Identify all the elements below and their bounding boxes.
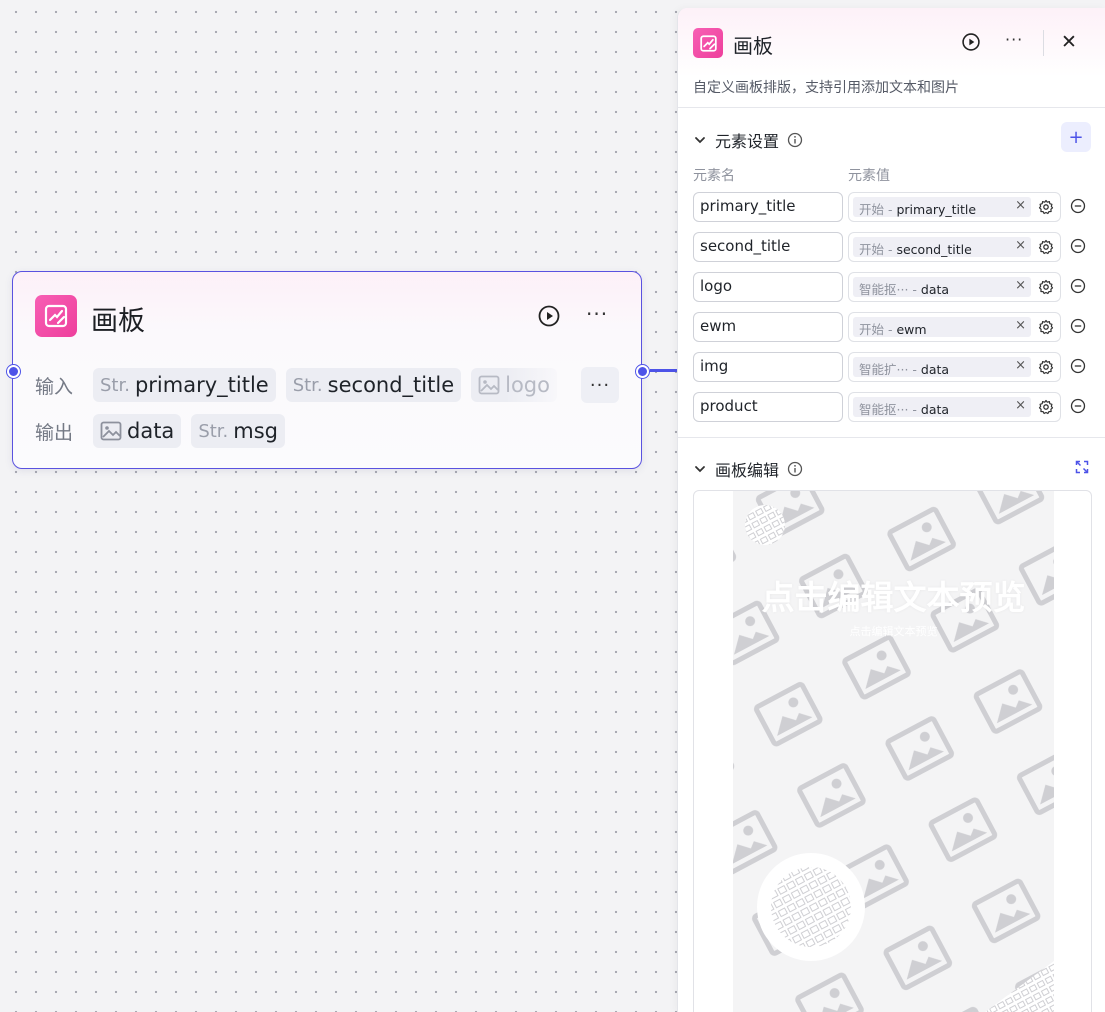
remove-row-icon[interactable]: [1070, 398, 1086, 414]
element-name-input[interactable]: primary_title: [693, 192, 843, 222]
element-name-input[interactable]: product: [693, 392, 843, 422]
elements-section-header[interactable]: 元素设置: [693, 128, 803, 152]
poster-preview[interactable]: 点击编辑文本预览 点击编辑文本预览: [733, 491, 1054, 1012]
info-icon[interactable]: [787, 461, 803, 477]
element-value-selector[interactable]: 智能抠··· - data ×: [848, 272, 1061, 302]
editor-section-header[interactable]: 画板编辑: [693, 457, 803, 481]
poster-circle-image[interactable]: [757, 853, 865, 961]
input-label: 输入: [35, 375, 74, 398]
gear-icon[interactable]: [1038, 199, 1054, 215]
gear-icon[interactable]: [1038, 279, 1054, 295]
image-placeholder-pattern: [771, 867, 851, 947]
image-icon: [478, 375, 500, 395]
element-name-input[interactable]: logo: [693, 272, 843, 302]
info-icon[interactable]: [787, 132, 803, 148]
panel-title: 画板: [733, 34, 773, 58]
remove-reference-icon[interactable]: ×: [1015, 318, 1026, 333]
remove-reference-icon[interactable]: ×: [1015, 238, 1026, 253]
node-output-row: 输出 data Str. msg: [35, 414, 285, 448]
element-value-selector[interactable]: 开始 - second_title ×: [848, 232, 1061, 262]
element-name-input[interactable]: second_title: [693, 232, 843, 262]
remove-row-icon[interactable]: [1070, 318, 1086, 334]
node-input-handle[interactable]: [7, 365, 20, 378]
value-reference-chip: 开始 - ewm ×: [853, 317, 1031, 337]
input-tag-logo: logo: [471, 368, 557, 402]
editor-section-title: 画板编辑: [715, 461, 780, 480]
remove-reference-icon[interactable]: ×: [1015, 198, 1026, 213]
connection-edge: [650, 369, 678, 372]
column-header-name: 元素名: [693, 168, 735, 184]
canvas-editor[interactable]: 点击编辑文本预览 点击编辑文本预览: [693, 490, 1092, 1012]
remove-reference-icon[interactable]: ×: [1015, 278, 1026, 293]
elements-section-title: 元素设置: [715, 132, 780, 151]
expand-icon[interactable]: [1075, 460, 1089, 474]
poster-primary-title[interactable]: 点击编辑文本预览: [733, 571, 1054, 619]
chevron-down-icon[interactable]: [693, 133, 707, 147]
poster-second-title[interactable]: 点击编辑文本预览: [733, 623, 1054, 639]
node-config-panel: 画板 ··· ✕ 自定义画板排版，支持引用添加文本和图片 元素设置 + 元素名 …: [677, 8, 1105, 1012]
node-title: 画板: [91, 306, 145, 337]
run-icon[interactable]: [961, 32, 981, 52]
canvas-node[interactable]: 画板 ··· 输入 Str. primary_title Str. second_t…: [12, 271, 642, 469]
element-name-input[interactable]: ewm: [693, 312, 843, 342]
chevron-down-icon[interactable]: [693, 462, 707, 476]
panel-more-button[interactable]: ···: [1005, 30, 1023, 49]
remove-row-icon[interactable]: [1070, 198, 1086, 214]
gear-icon[interactable]: [1038, 319, 1054, 335]
input-tag-primary-title: Str. primary_title: [93, 368, 276, 402]
remove-row-icon[interactable]: [1070, 358, 1086, 374]
element-value-selector[interactable]: 开始 - primary_title ×: [848, 192, 1061, 222]
output-tag-msg: Str. msg: [191, 414, 285, 448]
element-value-selector[interactable]: 开始 - ewm ×: [848, 312, 1061, 342]
value-reference-chip: 开始 - primary_title ×: [853, 197, 1031, 217]
remove-row-icon[interactable]: [1070, 238, 1086, 254]
output-label: 输出: [35, 421, 74, 444]
remove-row-icon[interactable]: [1070, 278, 1086, 294]
value-reference-chip: 智能抠··· - data ×: [853, 277, 1031, 297]
section-divider: [678, 437, 1105, 438]
node-output-handle[interactable]: [636, 365, 649, 378]
element-value-selector[interactable]: 智能抠··· - data ×: [848, 392, 1061, 422]
inputs-more-button[interactable]: ···: [581, 367, 619, 403]
value-reference-chip: 智能扩··· - data ×: [853, 357, 1031, 377]
element-value-selector[interactable]: 智能扩··· - data ×: [848, 352, 1061, 382]
value-reference-chip: 开始 - second_title ×: [853, 237, 1031, 257]
output-tag-data: data: [93, 414, 182, 448]
panel-description: 自定义画板排版，支持引用添加文本和图片: [693, 80, 959, 96]
image-icon: [100, 421, 122, 441]
column-header-value: 元素值: [848, 168, 890, 184]
gear-icon[interactable]: [1038, 239, 1054, 255]
add-element-button[interactable]: +: [1061, 122, 1091, 152]
header-divider: [1043, 30, 1044, 56]
close-icon[interactable]: ✕: [1061, 32, 1077, 52]
remove-reference-icon[interactable]: ×: [1015, 398, 1026, 413]
canvas-board-icon: [693, 28, 723, 58]
gear-icon[interactable]: [1038, 359, 1054, 375]
canvas-board-icon: [35, 295, 77, 337]
gear-icon[interactable]: [1038, 399, 1054, 415]
remove-reference-icon[interactable]: ×: [1015, 358, 1026, 373]
panel-header: 画板 ··· ✕ 自定义画板排版，支持引用添加文本和图片: [678, 8, 1105, 108]
run-icon[interactable]: [537, 304, 561, 328]
value-reference-chip: 智能抠··· - data ×: [853, 397, 1031, 417]
element-name-input[interactable]: img: [693, 352, 843, 382]
input-tag-second-title: Str. second_title: [285, 368, 462, 402]
node-input-row: 输入 Str. primary_title Str. second_title lo…: [35, 368, 557, 402]
node-more-button[interactable]: ···: [586, 302, 608, 326]
